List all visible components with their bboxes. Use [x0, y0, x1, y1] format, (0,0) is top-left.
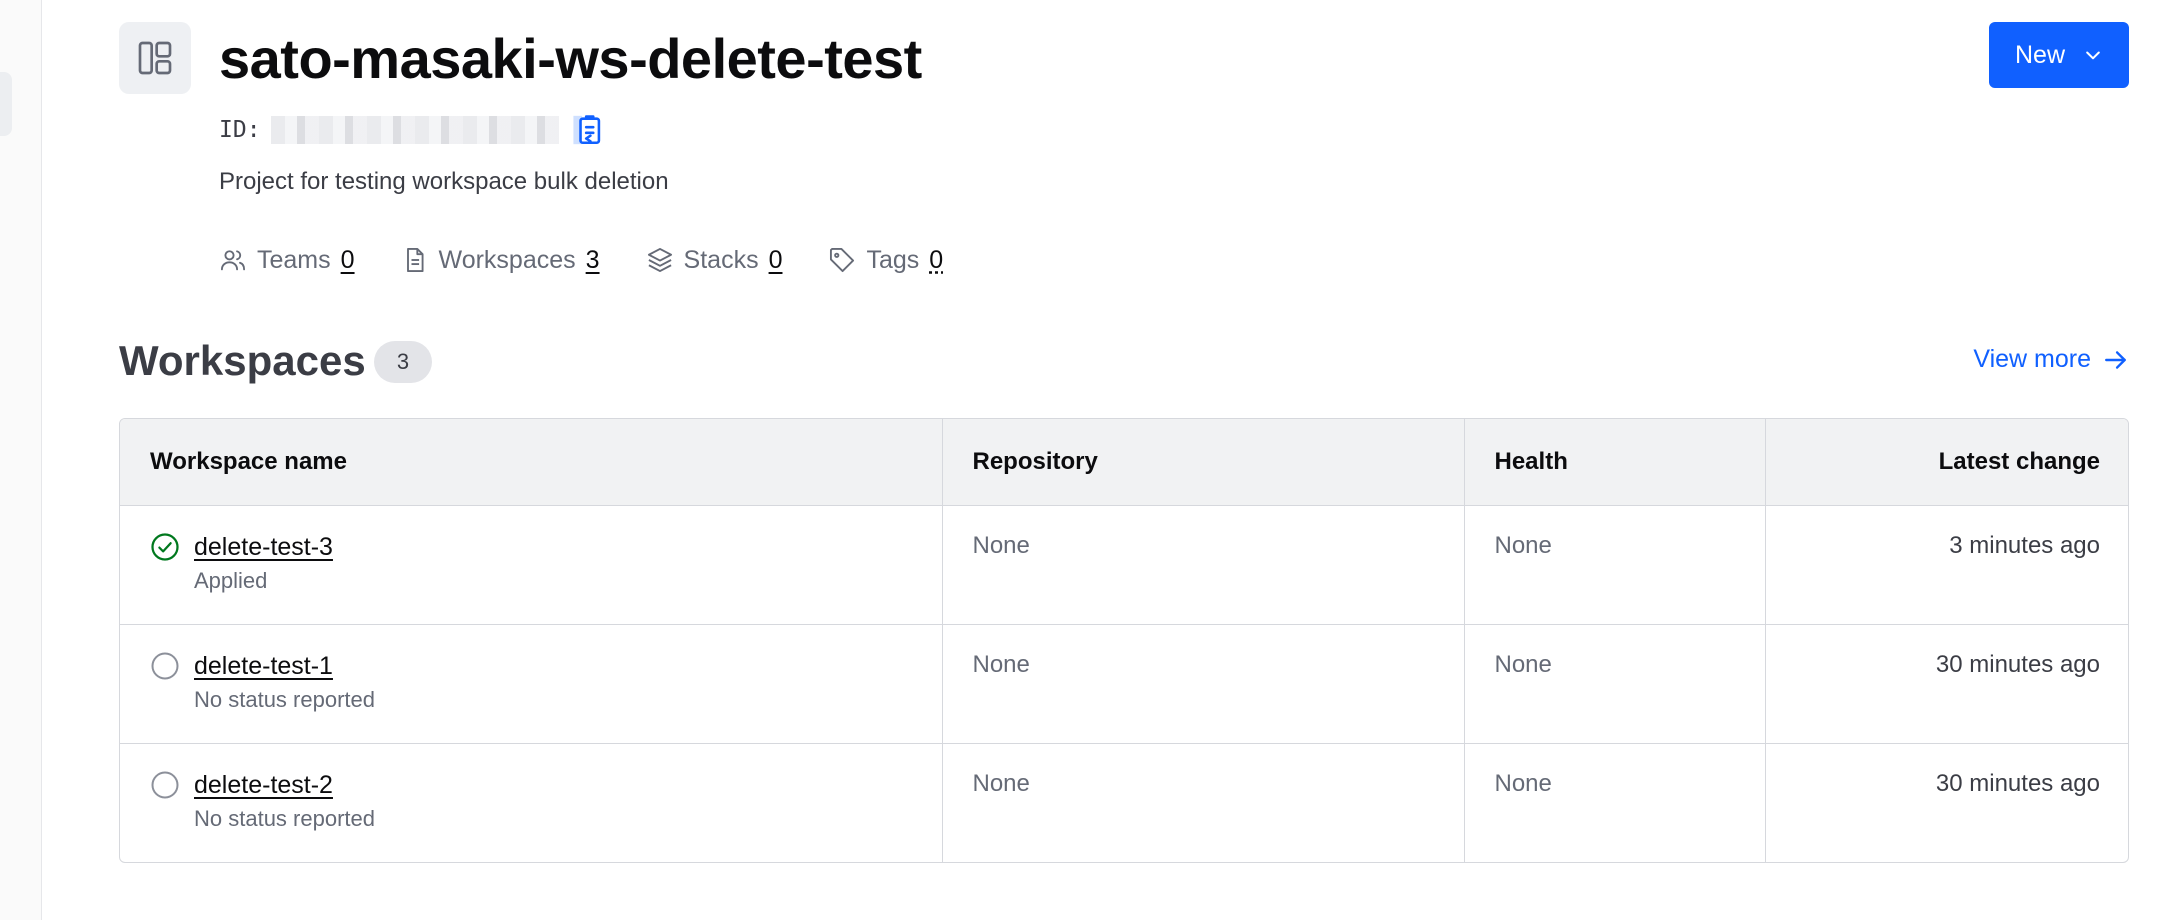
health-cell: None [1464, 743, 1766, 862]
project-meta-row: Teams 0 Workspaces 3 Stacks 0 Tags 0 [219, 240, 943, 280]
workspace-name-cell: delete-test-1 No status reported [120, 624, 943, 744]
users-icon [220, 250, 246, 271]
new-button-label: New [2014, 40, 2065, 69]
workspaces-table: Workspace name Repository Health Latest … [119, 418, 2129, 863]
document-icon [406, 247, 424, 273]
table-row: delete-test-3 Applied None None 3 minute… [120, 505, 2128, 625]
meta-stacks: Stacks 0 [646, 245, 783, 275]
meta-teams-count[interactable]: 0 [341, 246, 355, 275]
table-row: delete-test-1 No status reported None No… [120, 624, 2128, 744]
tag-icon [830, 247, 855, 273]
left-sidebar-rail [0, 0, 42, 920]
workspace-link[interactable]: delete-test-2 [194, 770, 375, 800]
latest-change-cell: 30 minutes ago [1935, 769, 2100, 797]
meta-workspaces: Workspaces 3 [401, 246, 600, 275]
workspace-link[interactable]: delete-test-1 [194, 651, 375, 681]
project-id-row: ID: [219, 110, 607, 150]
column-header-workspace-name[interactable]: Workspace name [120, 419, 943, 506]
repository-cell: None [942, 505, 1465, 625]
project-id-redacted [270, 116, 559, 144]
workspace-link[interactable]: delete-test-3 [194, 532, 333, 562]
workspace-status: Applied [194, 567, 268, 593]
repository-cell: None [942, 743, 1465, 862]
project-description: Project for testing workspace bulk delet… [219, 168, 669, 195]
workspace-name-cell: delete-test-3 Applied [120, 505, 943, 625]
copy-clipboard-icon[interactable] [571, 112, 607, 148]
meta-tags: Tags 0 [828, 246, 943, 275]
new-button[interactable]: New [1989, 22, 2129, 88]
workspace-status: No status reported [194, 686, 375, 712]
meta-workspaces-count[interactable]: 3 [586, 246, 600, 275]
meta-stacks-count[interactable]: 0 [769, 246, 783, 275]
workspaces-section-title: Workspaces [119, 337, 366, 384]
meta-workspaces-label: Workspaces [438, 245, 576, 274]
check-circle-icon [151, 532, 179, 561]
page-title: sato-masaki-ws-delete-test [219, 27, 922, 90]
health-cell: None [1464, 624, 1766, 744]
layers-icon [647, 247, 672, 273]
meta-teams-label: Teams [257, 245, 331, 274]
meta-tags-label: Tags [866, 245, 920, 274]
column-header-health[interactable]: Health [1464, 419, 1766, 506]
health-cell: None [1464, 505, 1766, 625]
meta-tags-count[interactable]: 0 [929, 246, 943, 275]
empty-circle-icon [151, 652, 179, 679]
latest-change-cell: 3 minutes ago [1765, 505, 2128, 625]
table-row: delete-test-2 No status reported None No… [120, 743, 2128, 862]
repository-cell: None [942, 624, 1465, 744]
table-header-row: Workspace name Repository Health Latest … [120, 419, 2128, 506]
workspaces-section-header: Workspaces 3 View more [119, 335, 2129, 391]
meta-stacks-label: Stacks [683, 245, 759, 274]
chevron-down-icon [2086, 51, 2100, 60]
view-more-link[interactable]: View more [1973, 345, 2129, 374]
latest-change-cell: 30 minutes ago [1765, 624, 2128, 744]
workspace-status: No status reported [194, 805, 375, 831]
sidebar-collapse-tab[interactable] [0, 72, 12, 136]
project-id-label: ID: [219, 117, 261, 143]
arrow-right-icon [2105, 350, 2126, 369]
workspaces-count-badge: 3 [374, 341, 432, 383]
column-header-latest-change[interactable]: Latest change [1765, 419, 2128, 506]
project-layout-icon [119, 22, 191, 94]
meta-teams: Teams 0 [219, 246, 355, 275]
column-header-repository[interactable]: Repository [942, 419, 1465, 506]
view-more-label: View more [1973, 345, 2091, 373]
empty-circle-icon [151, 771, 179, 798]
project-header: sato-masaki-ws-delete-test New ID: Proje… [119, 22, 2129, 274]
workspace-name-cell: delete-test-2 No status reported [120, 743, 943, 862]
